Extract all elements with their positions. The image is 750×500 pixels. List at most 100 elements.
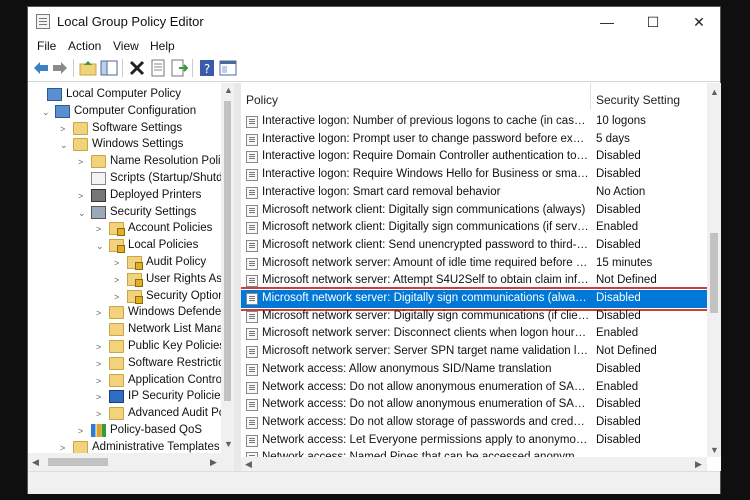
forward-arrow-icon[interactable] <box>51 59 69 77</box>
expand-chevron-icon[interactable] <box>96 326 104 334</box>
close-button[interactable]: ✕ <box>676 7 722 37</box>
expand-chevron-icon[interactable]: > <box>96 309 104 318</box>
tree-horizontal-scrollbar[interactable]: ◀ ▶ <box>28 453 234 471</box>
policy-row[interactable]: Network access: Do not allow anonymous e… <box>241 379 707 397</box>
menu-file[interactable]: File <box>37 39 56 53</box>
policy-icon <box>246 133 258 146</box>
expand-chevron-icon[interactable]: > <box>114 292 122 301</box>
tree-item-label: Windows Settings <box>92 138 184 151</box>
policy-row[interactable]: Microsoft network client: Digitally sign… <box>241 202 707 220</box>
policy-name: Network access: Do not allow anonymous e… <box>262 398 590 411</box>
expand-chevron-icon[interactable]: > <box>96 393 104 402</box>
policy-icon <box>246 363 258 376</box>
policy-row[interactable]: Interactive logon: Number of previous lo… <box>241 113 707 131</box>
console-tree[interactable]: Local Computer Policy ⌄ Computer Configura… <box>28 83 234 453</box>
policy-icon <box>246 222 258 235</box>
scrollbar-thumb[interactable] <box>48 458 108 466</box>
expand-chevron-icon[interactable]: ⌄ <box>78 208 86 217</box>
policy-name: Network access: Let Everyone permissions… <box>262 433 590 446</box>
delete-icon[interactable] <box>128 59 146 77</box>
policy-icon <box>246 416 258 429</box>
policy-icon <box>246 239 258 252</box>
scroll-up-arrow-icon[interactable]: ▲ <box>710 87 719 97</box>
policy-icon <box>246 116 258 128</box>
policy-row[interactable]: Microsoft network client: Digitally sign… <box>241 219 707 237</box>
column-divider[interactable] <box>590 83 591 110</box>
security-setting-value: Disabled <box>596 292 641 304</box>
menu-view[interactable]: View <box>113 39 139 53</box>
scrollbar-thumb[interactable] <box>224 101 231 401</box>
policy-row[interactable]: Microsoft network client: Send unencrypt… <box>241 237 707 255</box>
expand-chevron-icon[interactable]: > <box>96 225 104 234</box>
expand-chevron-icon[interactable]: > <box>96 359 104 368</box>
scroll-left-arrow-icon[interactable]: ◀ <box>245 459 252 470</box>
scroll-down-arrow-icon[interactable]: ▼ <box>224 439 233 449</box>
back-arrow-icon[interactable] <box>32 59 50 77</box>
list-vertical-scrollbar[interactable]: ▲ ▼ <box>707 83 721 457</box>
column-header-policy[interactable]: Policy <box>246 83 278 110</box>
maximize-button[interactable]: ☐ <box>630 7 676 37</box>
expand-chevron-icon[interactable]: ⌄ <box>42 107 50 116</box>
computer-icon <box>55 104 70 118</box>
toolbar-separator <box>122 59 123 77</box>
menu-help[interactable]: Help <box>150 39 175 53</box>
policy-row[interactable]: Network access: Allow anonymous SID/Name… <box>241 361 707 379</box>
expand-chevron-icon[interactable]: ⌄ <box>96 242 104 251</box>
policy-row[interactable]: Network access: Let Everyone permissions… <box>241 432 707 450</box>
help-icon[interactable]: ? <box>198 59 216 77</box>
properties-icon[interactable] <box>149 59 167 77</box>
policy-name: Microsoft network client: Send unencrypt… <box>262 238 590 251</box>
menu-action[interactable]: Action <box>68 39 101 53</box>
expand-chevron-icon[interactable]: > <box>78 427 86 436</box>
policy-icon <box>246 169 258 182</box>
title-bar[interactable]: Local Group Policy Editor — ☐ ✕ <box>28 7 720 37</box>
policy-row[interactable]: Microsoft network server: Amount of idle… <box>241 255 707 273</box>
expand-chevron-icon[interactable]: > <box>96 376 104 385</box>
pane-splitter[interactable] <box>234 83 241 471</box>
console-icon[interactable] <box>219 59 237 77</box>
folder-icon <box>109 407 124 421</box>
selected-policy-row[interactable]: Microsoft network server: Digitally sign… <box>241 287 710 311</box>
scroll-down-arrow-icon[interactable]: ▼ <box>710 445 719 455</box>
policy-row[interactable]: Microsoft network server: Digitally sign… <box>241 308 707 326</box>
scroll-up-arrow-icon[interactable]: ▲ <box>224 85 233 95</box>
tree-item-label: Account Policies <box>128 222 213 235</box>
scroll-left-arrow-icon[interactable]: ◀ <box>32 457 39 468</box>
tree-item-label: Security Options <box>146 289 231 302</box>
list-horizontal-scrollbar[interactable]: ◀ ▶ <box>241 457 707 471</box>
scrollbar-thumb[interactable] <box>710 233 718 313</box>
policy-icon <box>246 346 258 359</box>
expand-chevron-icon[interactable]: > <box>96 410 104 419</box>
minimize-button[interactable]: — <box>584 7 630 37</box>
expand-chevron-icon[interactable]: > <box>60 443 68 452</box>
policy-row[interactable]: Network access: Do not allow storage of … <box>241 414 707 432</box>
show-hide-tree-icon[interactable] <box>100 59 118 77</box>
expand-chevron-icon[interactable]: > <box>114 275 122 284</box>
policy-row[interactable]: Microsoft network server: Server SPN tar… <box>241 343 707 361</box>
expand-chevron-icon[interactable] <box>78 175 86 183</box>
expand-chevron-icon[interactable]: > <box>78 191 86 200</box>
expand-chevron-icon[interactable] <box>34 91 42 99</box>
tree-item-label: Scripts (Startup/Shutdov <box>110 172 234 184</box>
policy-icon <box>246 151 258 164</box>
expand-chevron-icon[interactable]: > <box>78 158 86 167</box>
up-folder-icon[interactable] <box>79 59 97 77</box>
scroll-right-arrow-icon[interactable]: ▶ <box>210 457 217 468</box>
column-header-security-setting[interactable]: Security Setting <box>596 83 680 110</box>
expand-chevron-icon[interactable]: > <box>114 259 122 268</box>
expand-chevron-icon[interactable]: > <box>60 124 68 133</box>
folder-icon <box>73 138 88 152</box>
tree-item-label: Local Computer Policy <box>66 88 182 100</box>
policy-row[interactable]: Interactive logon: Require Domain Contro… <box>241 148 707 166</box>
expand-chevron-icon[interactable]: > <box>96 343 104 352</box>
policy-row[interactable]: Interactive logon: Prompt user to change… <box>241 131 707 149</box>
expand-chevron-icon[interactable]: ⌄ <box>60 141 68 150</box>
scroll-right-arrow-icon[interactable]: ▶ <box>695 459 702 470</box>
tree-vertical-scrollbar[interactable]: ▲ ▼ <box>221 83 234 453</box>
policy-row[interactable]: Network access: Do not allow anonymous e… <box>241 396 707 414</box>
policy-row[interactable]: Microsoft network server: Attempt S4U2Se… <box>241 272 707 290</box>
policy-row[interactable]: Interactive logon: Smart card removal be… <box>241 184 707 202</box>
policy-row[interactable]: Interactive logon: Require Windows Hello… <box>241 166 707 184</box>
policy-row[interactable]: Microsoft network server: Disconnect cli… <box>241 325 707 343</box>
export-list-icon[interactable] <box>170 59 188 77</box>
